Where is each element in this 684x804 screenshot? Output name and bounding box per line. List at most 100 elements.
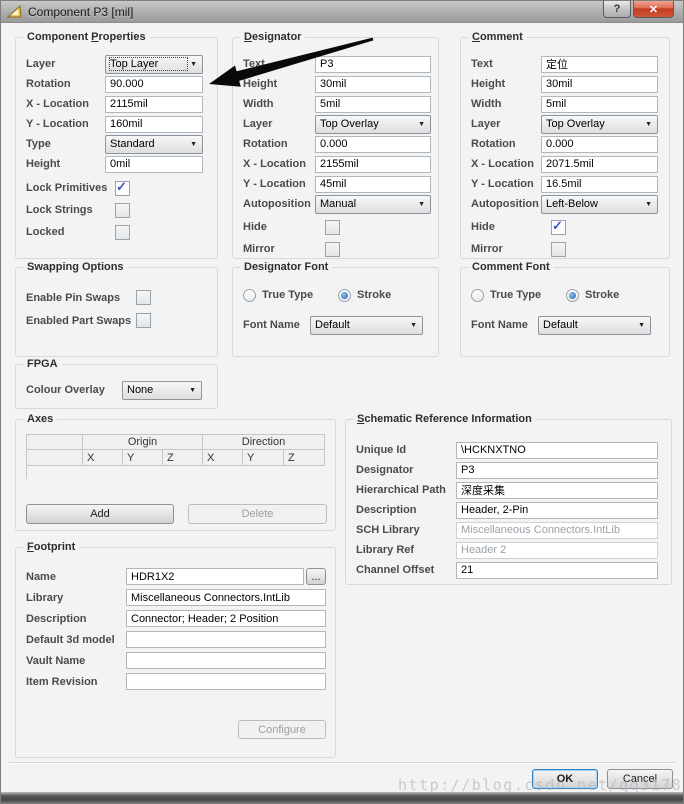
comment-layer-dropdown[interactable]: Top Overlay▼	[541, 115, 658, 134]
row-lock-strings: Lock Strings	[26, 199, 203, 221]
comment-rotation-input[interactable]: 0.000	[541, 136, 658, 153]
designator-hide-checkbox[interactable]	[325, 220, 340, 235]
lock-strings-label: Lock Strings	[26, 204, 115, 216]
axes-subcol: X	[83, 450, 123, 466]
item-revision-input[interactable]	[126, 673, 326, 690]
configure-button: Configure	[238, 720, 326, 739]
lock-primitives-checkbox[interactable]	[115, 181, 130, 196]
designator-autoposition-dropdown[interactable]: Manual▼	[315, 195, 431, 214]
designator-width-input[interactable]: 5mil	[315, 96, 431, 113]
unique-id-input[interactable]: \HCKNXTNO	[456, 442, 658, 459]
y-location-label: Y - Location	[471, 178, 541, 190]
locked-checkbox[interactable]	[115, 225, 130, 240]
designator-rotation-input[interactable]: 0.000	[315, 136, 431, 153]
channel-offset-input[interactable]: 21	[456, 562, 658, 579]
designator-input[interactable]: P3	[456, 462, 658, 479]
comment-width-input[interactable]: 5mil	[541, 96, 658, 113]
stroke-radio[interactable]	[566, 289, 579, 302]
designator-font-name-dropdown[interactable]: Default▼	[310, 316, 423, 335]
row-sch-library: SCH Library Miscellaneous Connectors.Int…	[356, 520, 658, 540]
type-dropdown[interactable]: Standard▼	[105, 135, 203, 154]
width-label: Width	[471, 98, 541, 110]
row-font-name: Font Name Default▼	[243, 314, 428, 336]
axes-add-button[interactable]: Add	[26, 504, 174, 524]
designator-layer-dropdown[interactable]: Top Overlay▼	[315, 115, 431, 134]
stroke-radio[interactable]	[338, 289, 351, 302]
row-type: Type Standard▼	[26, 134, 203, 154]
group-axes: Axes Origin Direction X Y Z X Y Z Add De…	[15, 419, 336, 531]
footprint-library-label: Library	[26, 592, 126, 604]
component-dialog: Component P3 [mil] ? ✕ Component Propert…	[0, 0, 684, 804]
comment-hide-checkbox[interactable]	[551, 220, 566, 235]
unique-id-label: Unique Id	[356, 444, 456, 456]
lock-strings-checkbox[interactable]	[115, 203, 130, 218]
designator-mirror-checkbox[interactable]	[325, 242, 340, 257]
comment-text-input[interactable]: 定位	[541, 56, 658, 73]
stroke-label: Stroke	[585, 289, 619, 301]
row-hide: Hide	[243, 216, 431, 238]
font-name-label: Font Name	[243, 319, 310, 331]
row-width: Width 5mil	[471, 94, 658, 114]
comment-mirror-checkbox[interactable]	[551, 242, 566, 257]
mirror-label: Mirror	[243, 243, 325, 255]
footprint-name-input[interactable]: HDR1X2	[126, 568, 304, 585]
designator-height-input[interactable]: 30mil	[315, 76, 431, 93]
default-3d-model-label: Default 3d model	[26, 634, 126, 646]
vault-name-input[interactable]	[126, 652, 326, 669]
comment-y-location-input[interactable]: 16.5mil	[541, 176, 658, 193]
true-type-radio[interactable]	[471, 289, 484, 302]
cancel-button[interactable]: Cancel	[607, 769, 673, 789]
row-unique-id: Unique Id \HCKNXTNO	[356, 440, 658, 460]
axes-delete-button: Delete	[188, 504, 327, 524]
footer-separator	[9, 762, 675, 764]
row-font-type: True Type Stroke	[471, 284, 659, 306]
axes-subcol: Y	[123, 450, 163, 466]
footprint-description-input[interactable]: Connector; Header; 2 Position	[126, 610, 326, 627]
chevron-down-icon: ▼	[415, 121, 428, 128]
hierarchical-path-input[interactable]: 深度采集	[456, 482, 658, 499]
axes-subcol: X	[203, 450, 243, 466]
layer-dropdown[interactable]: Top Layer▼	[105, 55, 203, 74]
chevron-down-icon: ▼	[415, 201, 428, 208]
x-location-label: X - Location	[243, 158, 315, 170]
enabled-part-swaps-checkbox[interactable]	[136, 313, 151, 328]
close-button[interactable]: ✕	[633, 1, 674, 18]
row-x-location: X - Location 2115mil	[26, 94, 203, 114]
footprint-browse-button[interactable]: ...	[306, 568, 326, 585]
colour-overlay-dropdown[interactable]: None▼	[122, 381, 202, 400]
row-layer: Layer Top Overlay▼	[471, 114, 658, 134]
ok-button[interactable]: OK	[532, 769, 598, 789]
row-text: Text 定位	[471, 54, 658, 74]
true-type-radio[interactable]	[243, 289, 256, 302]
comment-height-input[interactable]: 30mil	[541, 76, 658, 93]
designator-x-location-input[interactable]: 2155mil	[315, 156, 431, 173]
default-3d-model-input[interactable]	[126, 631, 326, 648]
row-rotation: Rotation 90.000	[26, 74, 203, 94]
group-title: Axes	[23, 412, 57, 426]
x-location-input[interactable]: 2115mil	[105, 96, 203, 113]
height-input[interactable]: 0mil	[105, 156, 203, 173]
row-vault-name: Vault Name	[26, 650, 326, 671]
description-input[interactable]: Header, 2-Pin	[456, 502, 658, 519]
height-label: Height	[243, 78, 315, 90]
y-location-input[interactable]: 160mil	[105, 116, 203, 133]
row-font-type: True Type Stroke	[243, 284, 428, 306]
comment-autoposition-dropdown[interactable]: Left-Below▼	[541, 195, 658, 214]
designator-y-location-input[interactable]: 45mil	[315, 176, 431, 193]
hide-label: Hide	[471, 221, 551, 233]
comment-font-name-dropdown[interactable]: Default▼	[538, 316, 651, 335]
dropdown-value: None	[127, 384, 186, 396]
description-label: Description	[356, 504, 456, 516]
help-button[interactable]: ?	[603, 1, 631, 18]
axes-row-header-cell	[26, 450, 83, 466]
comment-x-location-input[interactable]: 2071.5mil	[541, 156, 658, 173]
rotation-input[interactable]: 90.000	[105, 76, 203, 93]
window-bottom-edge	[1, 792, 683, 803]
footprint-library-input[interactable]: Miscellaneous Connectors.IntLib	[126, 589, 326, 606]
enable-pin-swaps-checkbox[interactable]	[136, 290, 151, 305]
group-comment: Comment Text 定位 Height 30mil Width 5mil …	[460, 37, 670, 259]
designator-text-input[interactable]: P3	[315, 56, 431, 73]
title-bar[interactable]: Component P3 [mil]	[1, 1, 683, 23]
group-designator-font: Designator Font True Type Stroke Font Na…	[232, 267, 439, 357]
row-width: Width 5mil	[243, 94, 431, 114]
